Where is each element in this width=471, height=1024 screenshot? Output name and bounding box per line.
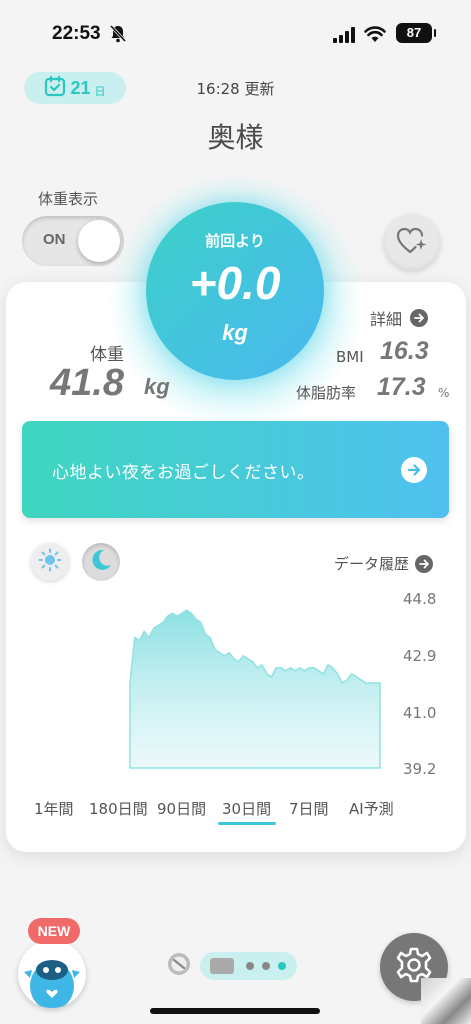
status-bar: 22:53 87 <box>0 0 471 62</box>
weight-value: 41.8 <box>50 362 124 404</box>
chart-area-series <box>129 609 381 769</box>
weight-display-label: 体重表示 <box>38 190 99 208</box>
home-indicator[interactable] <box>150 1008 320 1014</box>
range-tabs: 1年間 180日間 90日間 30日間 7日間 AI予測 <box>28 798 448 828</box>
battery-indicator: 87 <box>396 23 436 43</box>
bmi-label: BMI <box>336 348 364 366</box>
selected-tab-indicator <box>218 822 276 825</box>
tab-180-days[interactable]: 180日間 <box>89 798 148 819</box>
heart-sparkle-icon <box>395 225 429 259</box>
updated-time: 16:28 更新 <box>196 80 275 98</box>
change-value: +0.0 <box>189 257 281 309</box>
new-badge: NEW <box>28 918 80 944</box>
y-tick-label: 44.8 <box>403 590 437 608</box>
tab-1-year[interactable]: 1年間 <box>34 798 74 819</box>
bmi-value: 16.3 <box>380 337 429 365</box>
mascot-button[interactable] <box>18 940 86 1008</box>
page-dots <box>200 952 297 980</box>
mascot-icon <box>18 960 86 1008</box>
arrow-right-icon <box>401 457 427 483</box>
tab-30-days[interactable]: 30日間 <box>222 798 271 819</box>
floating-thumbnail[interactable] <box>421 978 471 1024</box>
bell-slash-icon <box>109 24 127 47</box>
message-banner[interactable]: 心地よい夜をお過ごしください。 <box>22 421 449 518</box>
sun-toggle-button[interactable] <box>31 543 69 581</box>
y-tick-label: 41.0 <box>403 704 437 722</box>
y-tick-label: 42.9 <box>403 647 437 665</box>
wifi-icon <box>364 25 386 47</box>
banner-text: 心地よい夜をお過ごしください。 <box>52 463 315 483</box>
toggle-state: ON <box>43 231 66 248</box>
signal-icon <box>333 27 357 47</box>
body-fat-unit: % <box>438 386 450 400</box>
sun-icon <box>38 548 62 576</box>
y-tick-label: 39.2 <box>403 760 437 778</box>
data-history-link[interactable]: データ履歴 <box>334 553 434 574</box>
weight-unit: kg <box>144 374 170 399</box>
toggle-knob <box>78 220 120 262</box>
heart-sparkle-button[interactable] <box>384 214 440 270</box>
moon-toggle-button[interactable] <box>82 543 120 581</box>
moon-icon <box>89 548 113 576</box>
page-indicator[interactable] <box>166 950 297 982</box>
change-label: 前回より <box>205 232 265 250</box>
scale-icon <box>166 951 192 981</box>
history-label: データ履歴 <box>334 555 410 573</box>
tab-90-days[interactable]: 90日間 <box>157 798 206 819</box>
page-title[interactable]: 奥様 <box>0 116 471 156</box>
tab-ai-forecast[interactable]: AI予測 <box>349 798 394 819</box>
change-unit: kg <box>222 320 248 345</box>
body-fat-value: 17.3 <box>377 373 426 401</box>
weight-chart[interactable] <box>100 588 460 778</box>
tab-7-days[interactable]: 7日間 <box>289 798 329 819</box>
arrow-right-icon <box>415 554 434 573</box>
weight-display-toggle[interactable]: ON <box>22 216 124 266</box>
weight-change-circle[interactable]: 前回より +0.0 kg <box>146 202 324 380</box>
status-time: 22:53 <box>52 23 101 44</box>
body-fat-label: 体脂肪率 <box>296 384 357 402</box>
arrow-right-icon <box>410 309 429 327</box>
detail-label: 詳細 <box>370 310 403 329</box>
detail-link[interactable]: 詳細 <box>370 306 429 330</box>
